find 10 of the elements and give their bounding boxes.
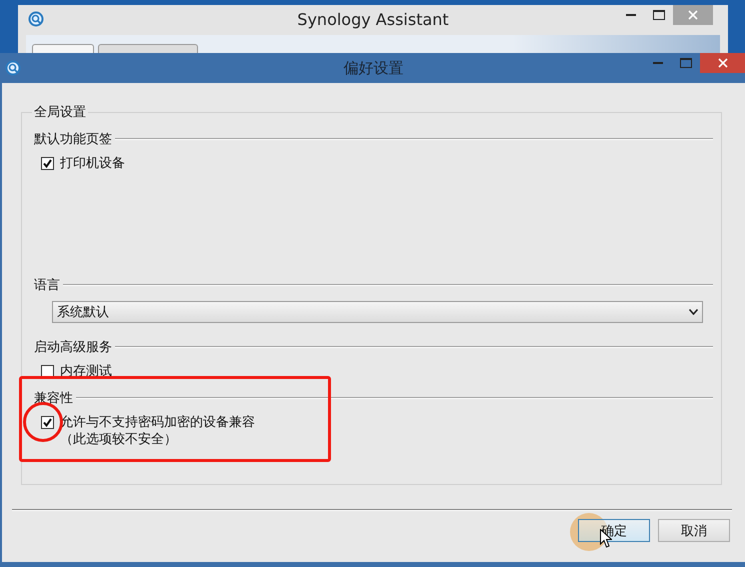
section-title: 默认功能页签	[34, 131, 112, 148]
language-dropdown[interactable]: 系统默认	[52, 301, 703, 323]
section-title: 启动高级服务	[34, 339, 112, 356]
section-title: 语言	[34, 277, 60, 294]
window-title: Synology Assistant	[297, 10, 449, 29]
dialog-title: 偏好设置	[344, 59, 404, 78]
group-title: 全局设置	[33, 104, 87, 121]
dialog-button[interactable]: 取消	[658, 519, 730, 542]
checkbox-label: 内存测试	[60, 363, 112, 380]
checkbox-label: 打印机设备	[60, 155, 125, 172]
